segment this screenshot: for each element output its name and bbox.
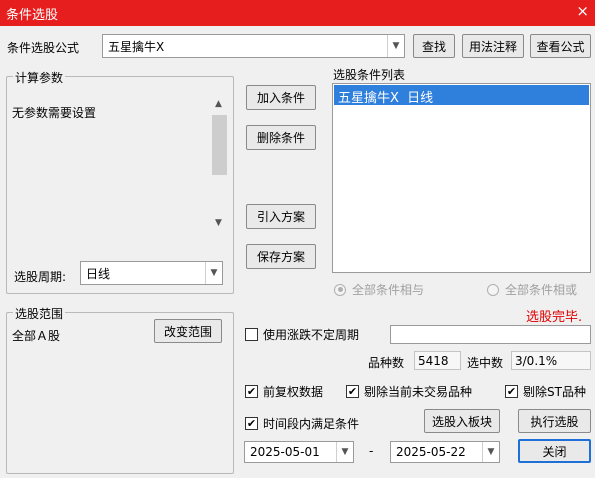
params-legend: 计算参数 [13,69,66,86]
exclude-st-label: 剔除ST品种 [523,385,586,399]
import-plan-button[interactable]: 引入方案 [246,204,316,229]
exclude-untraded-checkbox[interactable]: ✔ 剔除当前未交易品种 [346,383,472,400]
radio-all-or[interactable]: 全部条件相或 [487,281,577,298]
formula-select[interactable]: 五星擒牛X ▼ [102,34,405,58]
period-select[interactable]: 日线 ▼ [80,261,223,285]
radio-all-and[interactable]: 全部条件相与 [334,281,424,298]
checkbox-box [245,328,258,341]
variable-period-label: 使用涨跌不定周期 [263,328,360,342]
count-value: 5418 [414,351,461,370]
hit-label: 选中数 [467,356,504,370]
radio-empty-icon [487,283,499,296]
chevron-down-icon[interactable]: ▼ [336,442,353,462]
start-date-picker[interactable]: 2025-05-01 ▼ [244,441,354,463]
add-condition-button[interactable]: 加入条件 [246,85,316,110]
chevron-down-icon[interactable]: ▼ [387,35,404,57]
conditions-label: 选股条件列表 [333,68,406,82]
title-bar: 条件选股 × [0,0,595,26]
radio-selected-icon [334,283,346,296]
range-legend: 选股范围 [13,305,66,322]
time-range-checkbox[interactable]: ✔ 时间段内满足条件 [245,415,359,432]
scroll-down-icon[interactable]: ▼ [215,218,222,228]
dialog-body: 条件选股公式 五星擒牛X ▼ 查找 用法注释 查看公式 计算参数 无参数需要设置… [0,26,595,478]
window-title: 条件选股 [6,8,59,23]
params-message: 无参数需要设置 [12,106,97,120]
params-scrollbar[interactable]: ▲ ▼ [211,97,228,233]
scrollbar-thumb[interactable] [212,115,227,175]
period-select-value: 日线 [86,266,111,281]
range-group: 选股范围 全部Ａ股 改变范围 [6,305,234,474]
find-button[interactable]: 查找 [413,34,455,58]
radio-all-or-label: 全部条件相或 [505,283,578,297]
params-group: 计算参数 无参数需要设置 ▲ ▼ 选股周期: 日线 ▼ [6,69,234,294]
end-date-value: 2025-05-22 [396,445,466,459]
date-separator: - [369,444,374,458]
chevron-down-icon[interactable]: ▼ [482,442,499,462]
condition-list-item[interactable]: 五星擒牛X 日线 [334,85,589,106]
checkbox-box: ✔ [245,385,258,398]
formula-select-value: 五星擒牛X [108,39,165,54]
end-date-picker[interactable]: 2025-05-22 ▼ [390,441,500,463]
to-block-button[interactable]: 选股入板块 [424,409,500,433]
variable-period-checkbox[interactable]: 使用涨跌不定周期 [245,326,359,343]
checkbox-box: ✔ [245,417,258,430]
start-date-value: 2025-05-01 [250,445,320,459]
chevron-down-icon[interactable]: ▼ [205,262,222,284]
formula-label: 条件选股公式 [7,41,80,55]
delete-condition-button[interactable]: 删除条件 [246,125,316,150]
usage-button[interactable]: 用法注释 [462,34,524,58]
view-formula-button[interactable]: 查看公式 [530,34,591,58]
run-selection-button[interactable]: 执行选股 [518,409,591,433]
scroll-up-icon[interactable]: ▲ [215,99,222,109]
close-icon[interactable]: × [576,2,589,20]
exclude-untraded-label: 剔除当前未交易品种 [364,385,473,399]
count-label: 品种数 [368,356,405,370]
time-range-label: 时间段内满足条件 [263,417,360,431]
checkbox-box: ✔ [505,385,518,398]
hit-value: 3/0.1% [511,351,591,370]
checkbox-box: ✔ [346,385,359,398]
exclude-st-checkbox[interactable]: ✔ 剔除ST品种 [505,383,586,400]
status-text: 选股完毕. [526,310,583,325]
forward-adj-label: 前复权数据 [263,385,324,399]
conditions-list[interactable]: 五星擒牛X 日线 [332,83,591,273]
range-value: 全部Ａ股 [12,329,61,343]
variable-period-input[interactable] [390,325,591,344]
change-range-button[interactable]: 改变范围 [154,319,222,343]
close-button[interactable]: 关闭 [518,439,591,463]
save-plan-button[interactable]: 保存方案 [246,244,316,269]
radio-all-and-label: 全部条件相与 [352,283,425,297]
period-label: 选股周期: [14,270,67,284]
forward-adj-checkbox[interactable]: ✔ 前复权数据 [245,383,323,400]
